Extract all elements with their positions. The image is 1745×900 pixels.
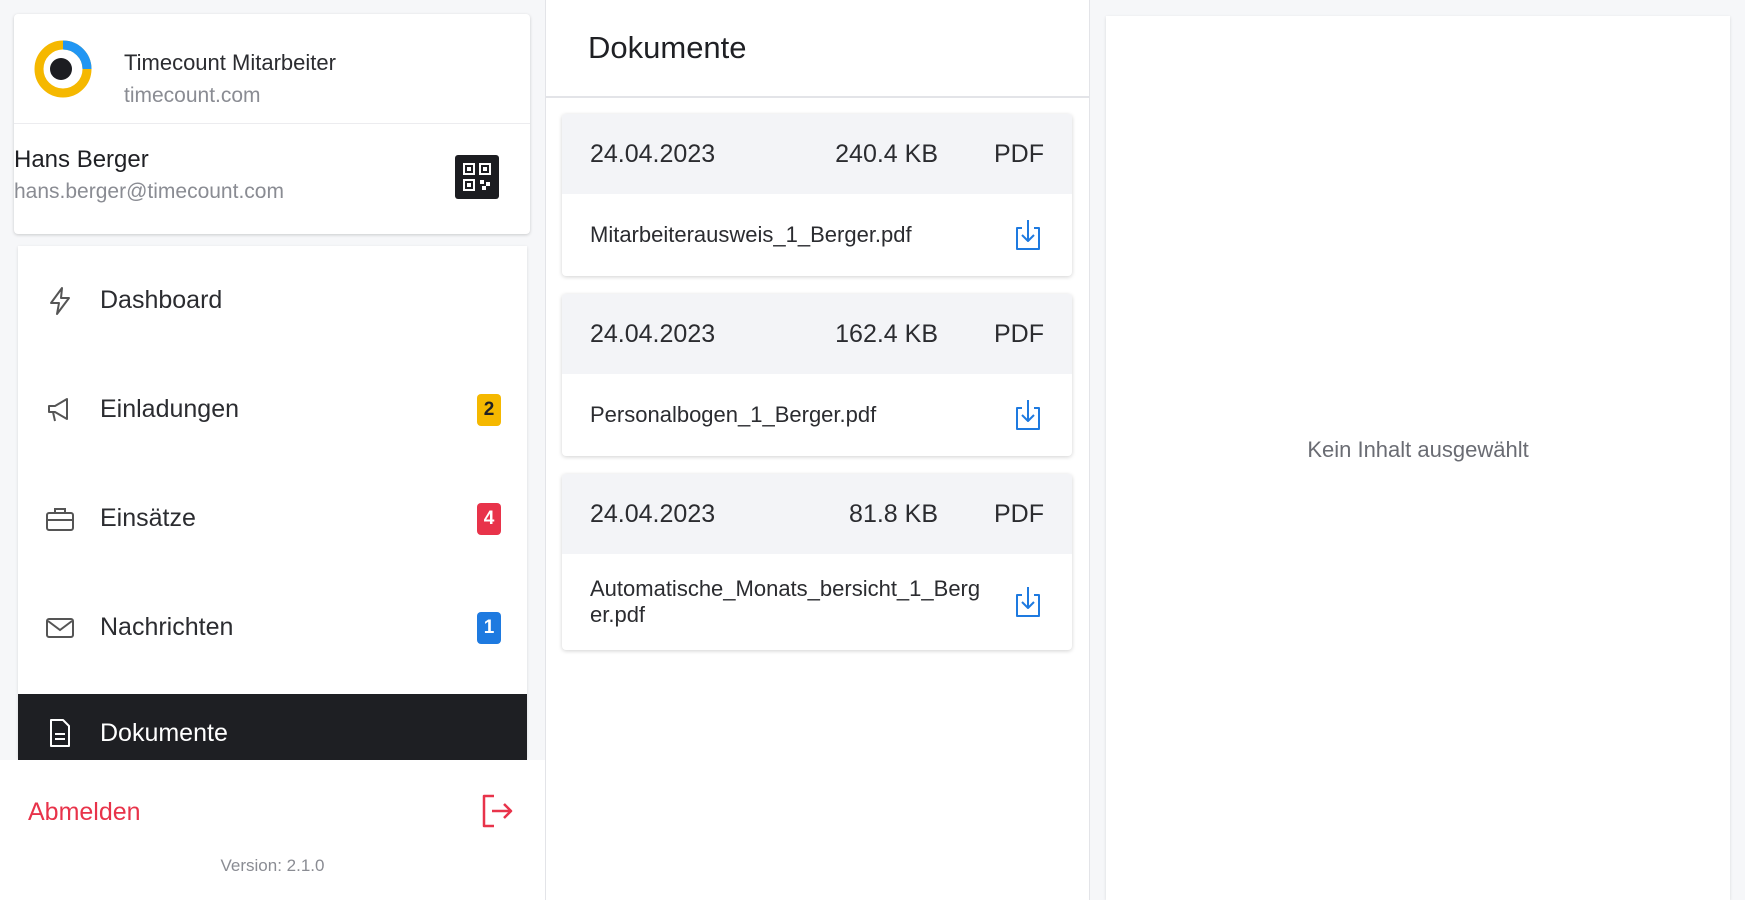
document-type: PDF bbox=[994, 319, 1044, 348]
nav-item-nachrichten[interactable]: Nachrichten 1 bbox=[18, 573, 527, 682]
empty-state-text: Kein Inhalt ausgewählt bbox=[1307, 437, 1529, 462]
messages-badge: 1 bbox=[477, 611, 501, 644]
lightning-icon bbox=[44, 285, 76, 317]
invitations-badge: 2 bbox=[477, 393, 501, 426]
document-list: 24.04.2023 240.4 KB PDF Mitarbeiterauswe… bbox=[546, 98, 1089, 650]
download-icon[interactable] bbox=[1010, 397, 1046, 433]
documents-panel: Dokumente 24.04.2023 240.4 KB PDF Mitarb… bbox=[546, 0, 1089, 900]
nav-label-einsaetze: Einsätze bbox=[100, 504, 196, 532]
user-row bbox=[14, 124, 530, 234]
document-meta: 24.04.2023 162.4 KB PDF bbox=[562, 294, 1072, 374]
main-nav: Dashboard Einladungen 2 Einsätze 4 Nachr… bbox=[18, 246, 527, 772]
mail-icon bbox=[44, 612, 76, 644]
document-size: 240.4 KB bbox=[835, 139, 938, 168]
app-version: Version: 2.1.0 bbox=[220, 856, 325, 875]
app-row: Timecount Mitarbeiter timecount.com bbox=[14, 14, 530, 124]
sidebar-footer: Abmelden Version: 2.1.0 bbox=[0, 760, 545, 900]
logout-link[interactable]: Abmelden bbox=[28, 798, 141, 827]
nav-item-einladungen[interactable]: Einladungen 2 bbox=[18, 355, 527, 464]
document-body: Automatische_Monats_bersicht_1_Berger.pd… bbox=[562, 554, 1072, 650]
app-domain: timecount.com bbox=[124, 84, 261, 107]
divider bbox=[1089, 0, 1090, 900]
nav-item-dashboard[interactable]: Dashboard bbox=[18, 246, 527, 355]
user-email: hans.berger@timecount.com bbox=[14, 180, 284, 203]
megaphone-icon bbox=[44, 394, 76, 426]
timecount-logo bbox=[34, 40, 92, 98]
detail-panel: Kein Inhalt ausgewählt bbox=[1106, 16, 1730, 900]
qr-code-icon bbox=[463, 163, 491, 191]
logout-icon[interactable] bbox=[478, 792, 516, 830]
document-date: 24.04.2023 bbox=[590, 139, 716, 168]
document-meta: 24.04.2023 81.8 KB PDF bbox=[562, 474, 1072, 554]
document-name: Mitarbeiterausweis_1_Berger.pdf bbox=[590, 222, 912, 247]
briefcase-icon bbox=[44, 503, 76, 535]
nav-item-einsaetze[interactable]: Einsätze 4 bbox=[18, 464, 527, 573]
document-name: Personalbogen_1_Berger.pdf bbox=[590, 402, 877, 427]
sidebar: Timecount Mitarbeiter timecount.com Hans… bbox=[0, 0, 545, 900]
document-meta: 24.04.2023 240.4 KB PDF bbox=[562, 114, 1072, 194]
app-name: Timecount Mitarbeiter bbox=[124, 50, 336, 75]
assignments-badge: 4 bbox=[477, 502, 501, 535]
document-icon bbox=[44, 717, 76, 749]
document-card[interactable]: 24.04.2023 162.4 KB PDF Personalbogen_1_… bbox=[562, 294, 1072, 456]
document-size: 81.8 KB bbox=[849, 499, 938, 528]
nav-label-einladungen: Einladungen bbox=[100, 395, 240, 423]
page-title: Dokumente bbox=[546, 0, 1089, 98]
document-date: 24.04.2023 bbox=[590, 319, 716, 348]
download-icon[interactable] bbox=[1010, 217, 1046, 253]
document-name: Automatische_Monats_bersicht_1_Berger.pd… bbox=[590, 576, 981, 627]
nav-label-dashboard: Dashboard bbox=[100, 286, 223, 314]
download-icon[interactable] bbox=[1010, 584, 1046, 620]
document-date: 24.04.2023 bbox=[590, 499, 716, 528]
nav-label-nachrichten: Nachrichten bbox=[100, 613, 234, 641]
document-type: PDF bbox=[994, 499, 1044, 528]
nav-label-dokumente: Dokumente bbox=[100, 718, 228, 747]
document-body: Personalbogen_1_Berger.pdf bbox=[562, 374, 1072, 456]
user-name: Hans Berger bbox=[14, 146, 149, 173]
document-card[interactable]: 24.04.2023 81.8 KB PDF Automatische_Mona… bbox=[562, 474, 1072, 650]
document-type: PDF bbox=[994, 139, 1044, 168]
document-body: Mitarbeiterausweis_1_Berger.pdf bbox=[562, 194, 1072, 276]
document-card[interactable]: 24.04.2023 240.4 KB PDF Mitarbeiterauswe… bbox=[562, 114, 1072, 276]
qr-code-button[interactable] bbox=[455, 155, 499, 199]
document-size: 162.4 KB bbox=[835, 319, 938, 348]
